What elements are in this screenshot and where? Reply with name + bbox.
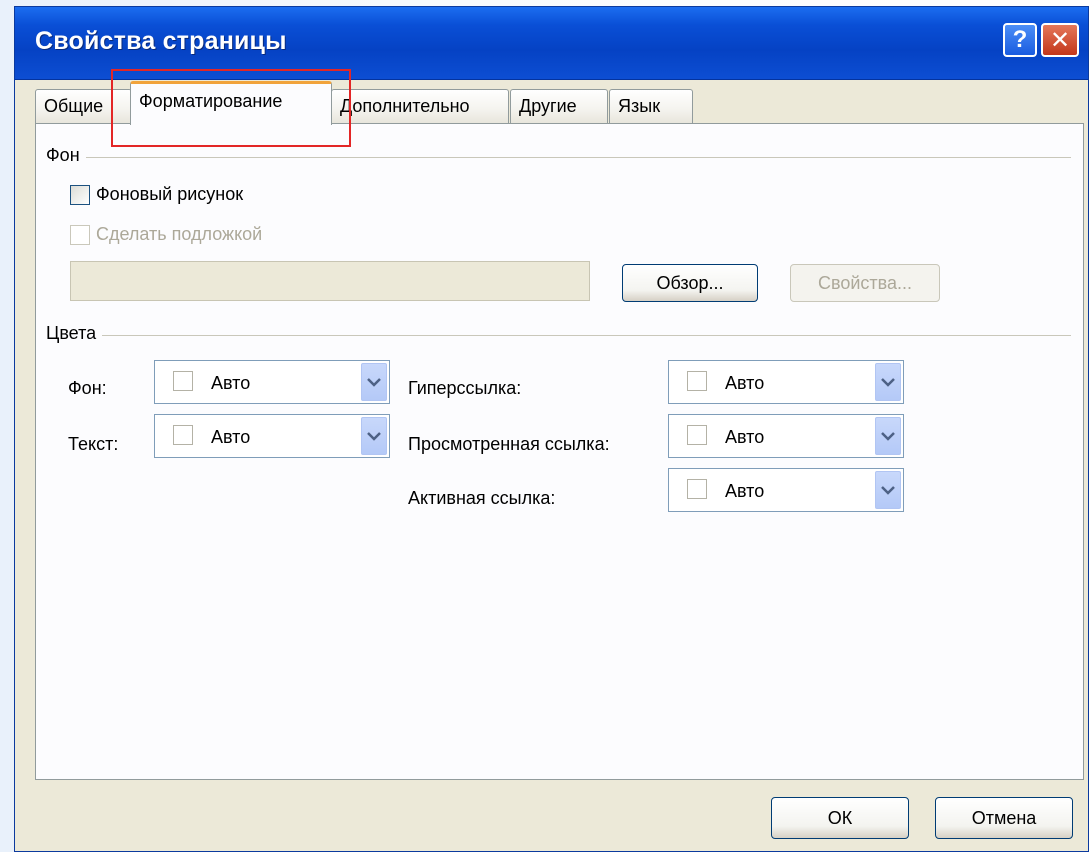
text-color-dropdown[interactable]: Авто <box>154 414 390 458</box>
background-image-checkbox-row[interactable]: Фоновый рисунок <box>70 184 243 205</box>
browse-button[interactable]: Обзор... <box>622 264 758 302</box>
chevron-down-icon[interactable] <box>875 417 901 455</box>
background-color-dropdown[interactable]: Авто <box>154 360 390 404</box>
tab-label: Форматирование <box>139 91 283 111</box>
watermark-label: Сделать подложкой <box>96 224 263 244</box>
background-image-checkbox[interactable] <box>70 184 90 205</box>
watermark-checkbox <box>70 224 90 245</box>
color-swatch <box>173 425 193 445</box>
chevron-down-icon[interactable] <box>361 363 387 401</box>
ok-label: ОК <box>827 807 853 828</box>
chevron-down-icon[interactable] <box>361 417 387 455</box>
window-title: Свойства страницы <box>35 27 287 55</box>
tab-label: Дополнительно <box>340 96 470 116</box>
background-image-label: Фоновый рисунок <box>96 184 244 204</box>
tab-general[interactable]: Общие <box>35 89 132 123</box>
visited-link-color-label: Просмотренная ссылка: <box>408 434 610 454</box>
tab-label: Общие <box>44 96 104 116</box>
hyperlink-color-label: Гиперссылка: <box>408 378 522 398</box>
help-icon: ? <box>1012 26 1028 53</box>
page-properties-dialog: Свойства страницы ? ✕ Общие Форматирован… <box>14 6 1089 852</box>
background-color-label: Фон: <box>68 378 107 398</box>
dropdown-value: Авто <box>211 427 251 447</box>
tab-other[interactable]: Другие <box>510 89 608 123</box>
dropdown-value: Авто <box>725 373 765 393</box>
tab-label: Язык <box>618 96 661 116</box>
background-image-path-field <box>70 261 590 301</box>
visited-link-color-dropdown[interactable]: Авто <box>668 414 904 458</box>
properties-label: Свойства... <box>817 272 913 293</box>
titlebar: Свойства страницы ? ✕ <box>15 7 1088 80</box>
active-link-color-dropdown[interactable]: Авто <box>668 468 904 512</box>
color-swatch <box>687 479 707 499</box>
color-swatch <box>687 425 707 445</box>
cancel-button[interactable]: Отмена <box>935 797 1073 839</box>
hyperlink-color-dropdown[interactable]: Авто <box>668 360 904 404</box>
browse-label: Обзор... <box>656 272 724 293</box>
dropdown-value: Авто <box>725 481 765 501</box>
dropdown-value: Авто <box>211 373 251 393</box>
text-color-label: Текст: <box>68 434 119 454</box>
group-label-background: Фон <box>46 145 86 166</box>
watermark-checkbox-row: Сделать подложкой <box>70 224 262 245</box>
dropdown-value: Авто <box>725 427 765 447</box>
ok-button[interactable]: ОК <box>771 797 909 839</box>
properties-button: Свойства... <box>790 264 940 302</box>
active-link-color-label: Активная ссылка: <box>408 488 556 508</box>
chevron-down-icon[interactable] <box>875 471 901 509</box>
close-button[interactable]: ✕ <box>1041 23 1079 57</box>
tab-label: Другие <box>519 96 577 116</box>
group-divider <box>46 157 1071 158</box>
close-icon: ✕ <box>1049 26 1071 54</box>
group-label-colors: Цвета <box>46 323 103 344</box>
cancel-label: Отмена <box>971 807 1037 828</box>
chevron-down-icon[interactable] <box>875 363 901 401</box>
tab-formatting[interactable]: Форматирование <box>130 81 332 125</box>
group-divider <box>46 335 1071 336</box>
tab-advanced[interactable]: Дополнительно <box>331 89 509 123</box>
tab-panel-formatting: Фон Фоновый рисунок Сделать подложкой Об… <box>35 123 1084 780</box>
color-swatch <box>173 371 193 391</box>
color-swatch <box>687 371 707 391</box>
help-button[interactable]: ? <box>1003 23 1037 57</box>
tab-language[interactable]: Язык <box>609 89 693 123</box>
